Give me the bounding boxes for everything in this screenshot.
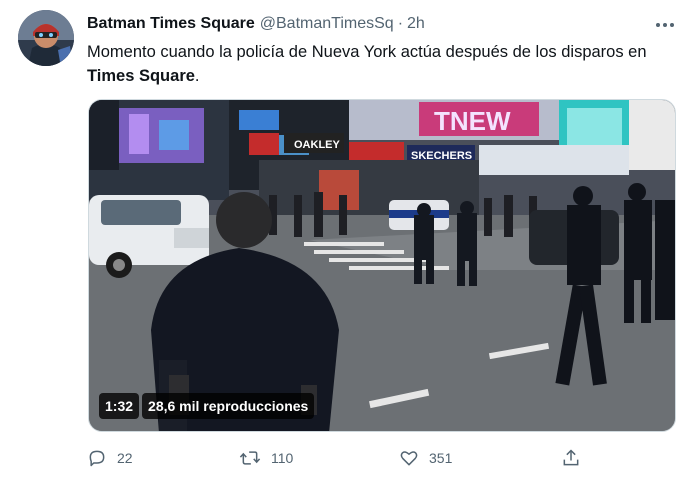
heart-icon [399,448,419,468]
tweet-header: Batman Times Square @BatmanTimesSq · 2h [87,13,680,35]
retweet-icon [239,448,261,468]
neon-sign-text: TNEW [434,106,511,136]
retweet-button[interactable]: 110 [239,448,293,468]
tweet-timestamp[interactable]: 2h [407,15,425,33]
author-handle[interactable]: @BatmanTimesSq [260,15,394,33]
tweet-text-bold: Times Square [87,67,195,85]
reply-count: 22 [117,450,133,466]
tweet-text: Momento cuando la policía de Nueva York … [87,40,677,88]
retweet-count: 110 [271,450,294,466]
video-player[interactable]: TNEW OAKLEY SKECHERS 1:32 28,6 mil repro… [88,99,676,432]
reply-icon [87,448,107,468]
tweet-actions: 22 110 351 [87,446,587,470]
more-options-button[interactable] [652,13,678,35]
oakley-sign-text: OAKLEY [294,139,341,151]
tweet-card[interactable]: Batman Times Square @BatmanTimesSq · 2h … [0,0,700,479]
share-icon [561,448,581,468]
avatar[interactable] [18,10,74,66]
author-display-name[interactable]: Batman Times Square [87,15,255,33]
video-duration: 1:32 [99,393,140,419]
tweet-text-main: Momento cuando la policía de Nueva York … [87,43,647,61]
more-dots-icon [655,15,675,33]
video-frame: TNEW OAKLEY SKECHERS [89,100,675,431]
like-count: 351 [429,450,453,466]
reply-button[interactable]: 22 [87,448,133,468]
share-button[interactable] [561,448,581,468]
video-badge: 1:32 28,6 mil reproducciones [99,393,315,419]
video-views: 28,6 mil reproducciones [142,393,315,419]
header-separator: · [397,15,404,32]
like-button[interactable]: 351 [399,448,452,468]
tweet-text-end: . [194,67,200,85]
